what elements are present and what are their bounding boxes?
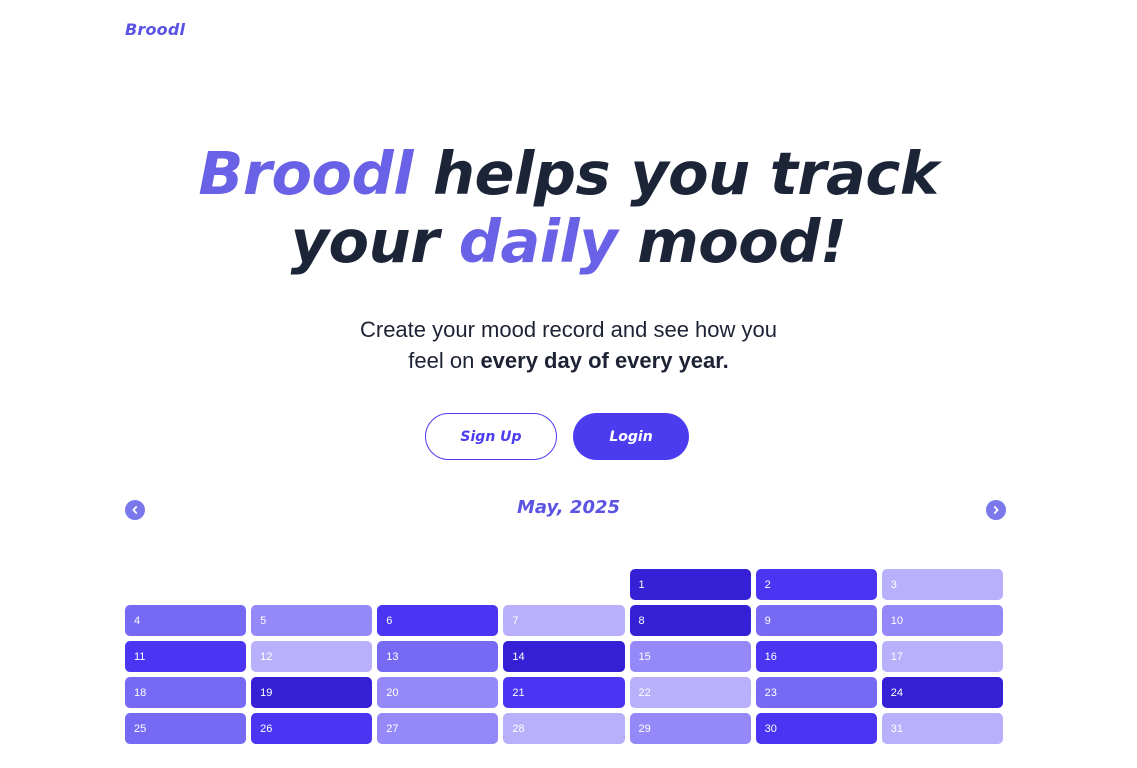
calendar-day[interactable]: 5 bbox=[251, 605, 373, 636]
hero-line-2: your daily mood! bbox=[291, 207, 847, 276]
calendar-day[interactable]: 17 bbox=[881, 641, 1003, 672]
calendar-day[interactable]: 8 bbox=[629, 605, 751, 636]
calendar-day[interactable]: 26 bbox=[251, 713, 373, 744]
calendar-day[interactable]: 3 bbox=[881, 569, 1003, 600]
hero-line-2-end: mood! bbox=[617, 207, 847, 276]
calendar-empty-cell bbox=[251, 569, 372, 600]
calendar-day[interactable]: 31 bbox=[881, 713, 1003, 744]
hero-daily-accent: daily bbox=[458, 207, 618, 276]
calendar-day[interactable]: 29 bbox=[629, 713, 751, 744]
subtitle-line-2-bold: every day of every year. bbox=[480, 348, 729, 373]
calendar-day[interactable]: 24 bbox=[881, 677, 1003, 708]
calendar-day[interactable]: 22 bbox=[629, 677, 751, 708]
signup-button[interactable]: Sign Up bbox=[425, 413, 557, 460]
calendar-day[interactable]: 25 bbox=[125, 713, 247, 744]
hero-brand-accent: Broodl bbox=[198, 139, 414, 208]
calendar-day[interactable]: 7 bbox=[503, 605, 625, 636]
calendar-day[interactable]: 30 bbox=[755, 713, 877, 744]
calendar-day[interactable]: 15 bbox=[629, 641, 751, 672]
hero-heading: Broodl helps you track your daily mood! bbox=[0, 140, 1137, 276]
next-month-button[interactable] bbox=[986, 500, 1006, 520]
calendar-day[interactable]: 27 bbox=[377, 713, 499, 744]
calendar-day[interactable]: 14 bbox=[503, 641, 625, 672]
calendar-day[interactable]: 16 bbox=[755, 641, 877, 672]
calendar-day[interactable]: 11 bbox=[125, 641, 247, 672]
calendar-day[interactable]: 1 bbox=[629, 569, 751, 600]
calendar-day[interactable]: 23 bbox=[755, 677, 877, 708]
hero-line-1: Broodl helps you track bbox=[198, 139, 939, 208]
mood-calendar-grid: 1 2 3 4 5 6 7 8 9 10 11 12 13 14 15 16 17 18 19 20 21 22 23 24 2… bbox=[125, 569, 1005, 744]
hero-subtitle: Create your mood record and see how you … bbox=[0, 314, 1137, 376]
login-button[interactable]: Login bbox=[573, 413, 689, 460]
calendar-empty-cell bbox=[125, 569, 246, 600]
month-label: May, 2025 bbox=[516, 497, 621, 518]
hero-line-1-text: helps you track bbox=[413, 139, 939, 208]
calendar-day[interactable]: 12 bbox=[251, 641, 373, 672]
calendar-day[interactable]: 4 bbox=[125, 605, 247, 636]
chevron-right-icon bbox=[993, 506, 999, 514]
subtitle-line-2-start: feel on bbox=[408, 348, 481, 373]
calendar-day[interactable]: 20 bbox=[377, 677, 499, 708]
calendar-day[interactable]: 13 bbox=[377, 641, 499, 672]
brand-logo[interactable]: Broodl bbox=[125, 20, 185, 39]
hero-line-2-start: your bbox=[290, 207, 459, 276]
calendar-day[interactable]: 18 bbox=[125, 677, 247, 708]
calendar-day[interactable]: 19 bbox=[251, 677, 373, 708]
calendar-day[interactable]: 21 bbox=[503, 677, 625, 708]
calendar-day[interactable]: 28 bbox=[503, 713, 625, 744]
calendar-day[interactable]: 2 bbox=[755, 569, 877, 600]
calendar-day[interactable]: 6 bbox=[377, 605, 499, 636]
calendar-empty-cell bbox=[377, 569, 498, 600]
calendar-day[interactable]: 10 bbox=[881, 605, 1003, 636]
calendar-day[interactable]: 9 bbox=[755, 605, 877, 636]
subtitle-line-1: Create your mood record and see how you bbox=[359, 317, 777, 342]
calendar-empty-cell bbox=[503, 569, 624, 600]
